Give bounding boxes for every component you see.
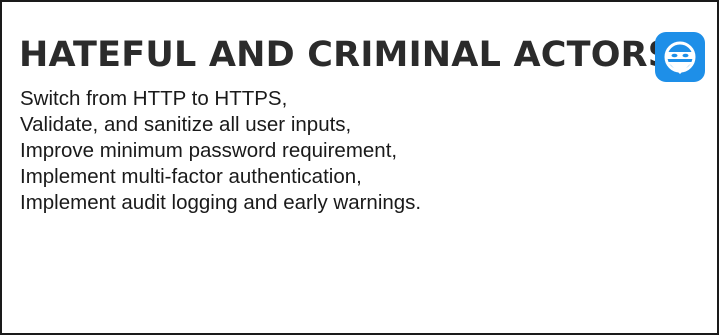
masked-bandit-icon <box>655 32 705 82</box>
list-item: Implement multi-factor authentication, <box>20 165 362 188</box>
list-item: Implement audit logging and early warnin… <box>20 191 422 214</box>
list-item: Validate, and sanitize all user inputs, <box>20 113 352 136</box>
card-title: HATEFUL AND CRIMINAL ACTORS <box>19 35 674 75</box>
list-item: Switch from HTTP to HTTPS, <box>20 87 288 110</box>
recommendation-list: Switch from HTTP to HTTPS, Validate, and… <box>20 86 421 216</box>
list-item: Improve minimum password requirement, <box>20 139 398 162</box>
threat-card: HATEFUL AND CRIMINAL ACTORS Switch from … <box>0 0 719 335</box>
